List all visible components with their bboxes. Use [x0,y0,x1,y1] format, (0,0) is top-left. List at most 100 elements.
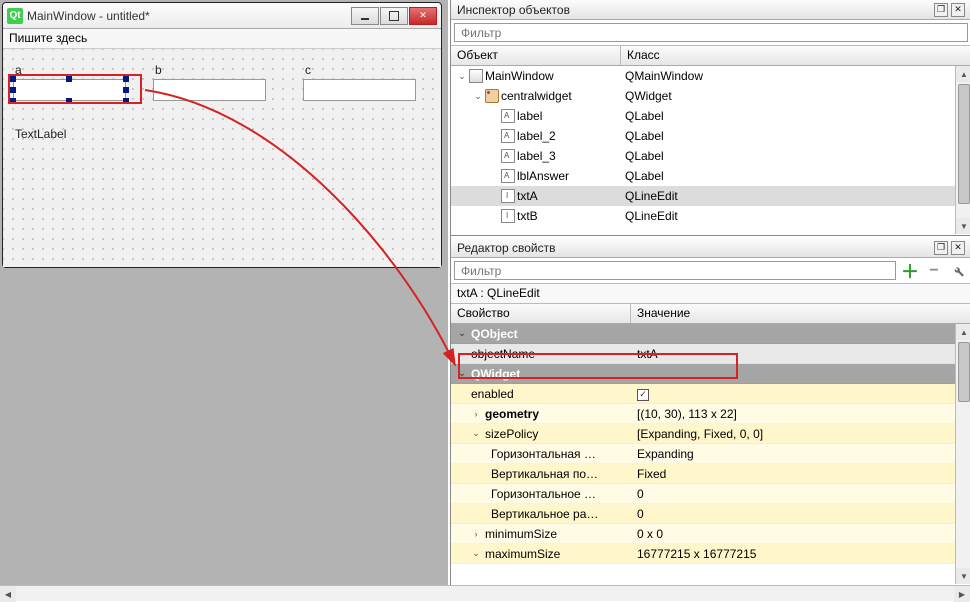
form-canvas[interactable]: a b c TextLabel [3,49,441,267]
designer-pane: Qt MainWindow - untitled* Пишите здесь a… [0,0,448,601]
scroll-up-icon[interactable]: ▲ [956,66,970,82]
scroll-up-icon[interactable]: ▲ [956,324,970,340]
group-qobject[interactable]: ⌄QObject [451,324,970,344]
scroll-thumb[interactable] [958,84,970,204]
scroll-thumb[interactable] [958,342,970,402]
window-icon [469,69,483,83]
chevron-down-icon[interactable]: ⌄ [471,428,481,439]
prop-body[interactable]: ⌄QObject objectName txtA ⌄QWidget enable… [451,324,970,584]
inspector-filter-row [451,20,970,46]
close-panel-button[interactable]: ✕ [951,241,965,255]
prop-filter-input[interactable] [454,261,896,280]
remove-property-button[interactable]: − [924,261,944,281]
txtb-lineedit[interactable] [153,79,266,101]
txtc-lineedit[interactable] [303,79,416,101]
label-icon [501,129,515,143]
resize-handle-s[interactable] [66,98,72,104]
close-button[interactable] [409,7,437,25]
row-sizepolicy[interactable]: ⌄sizePolicy [Expanding, Fixed, 0, 0] [451,424,970,444]
chevron-down-icon[interactable]: ⌄ [457,71,467,81]
row-horizstretch[interactable]: Горизонтальное … 0 [451,484,970,504]
scroll-left-icon[interactable]: ◀ [0,586,16,602]
inspector-filter-input[interactable] [454,23,968,42]
minimize-button[interactable] [351,7,379,25]
chevron-right-icon[interactable]: › [471,409,481,419]
right-dock: Инспектор объектов ❐ ✕ Объект Класс ⌄Mai… [450,0,970,601]
scroll-down-icon[interactable]: ▼ [956,568,970,584]
tree-row-label[interactable]: label QLabel [451,106,970,126]
row-enabled[interactable]: enabled ✓ [451,384,970,404]
col-object[interactable]: Объект [451,46,621,65]
tree-row-label2[interactable]: label_2 QLabel [451,126,970,146]
resize-handle-w[interactable] [10,87,16,93]
col-class[interactable]: Класс [621,46,970,65]
chevron-down-icon[interactable]: ⌄ [457,328,467,339]
prop-filter-row: ＋ − [451,258,970,284]
row-vertpolicy[interactable]: Вертикальная по… Fixed [451,464,970,484]
widget-icon [485,89,499,103]
maximize-button[interactable] [380,7,408,25]
label-b[interactable]: b [155,63,162,77]
inspector-scrollbar[interactable]: ▲ ▼ [955,66,970,234]
tree-row-lblanswer[interactable]: lblAnswer QLabel [451,166,970,186]
form-window: Qt MainWindow - untitled* Пишите здесь a… [2,2,442,268]
tree-row-label3[interactable]: label_3 QLabel [451,146,970,166]
undock-button[interactable]: ❐ [934,241,948,255]
inspector-title: Инспектор объектов [457,3,570,17]
property-editor-panel: Редактор свойств ❐ ✕ ＋ − txtA : QLineEdi… [451,238,970,601]
tree-row-txtb[interactable]: txtB QLineEdit [451,206,970,226]
row-horizpolicy[interactable]: Горизонтальная … Expanding [451,444,970,464]
menu-placeholder[interactable]: Пишите здесь [9,31,87,45]
chevron-down-icon[interactable]: ⌄ [457,368,467,379]
prop-title: Редактор свойств [457,241,555,255]
chevron-down-icon[interactable]: ⌄ [473,91,483,101]
col-property[interactable]: Свойство [451,304,631,323]
row-objectname[interactable]: objectName txtA [451,344,970,364]
prop-header[interactable]: Редактор свойств ❐ ✕ [451,238,970,258]
chevron-right-icon[interactable]: › [471,529,481,539]
lineedit-icon [501,209,515,223]
prop-columns: Свойство Значение [451,304,970,324]
object-inspector-panel: Инспектор объектов ❐ ✕ Объект Класс ⌄Mai… [451,0,970,236]
tree-row-centralwidget[interactable]: ⌄centralwidget QWidget [451,86,970,106]
horizontal-scrollbar[interactable]: ◀ ▶ [0,585,970,601]
label-a[interactable]: a [15,63,22,77]
current-object-line: txtA : QLineEdit [451,284,970,304]
resize-handle-ne[interactable] [123,76,129,82]
undock-button[interactable]: ❐ [934,3,948,17]
label-icon [501,109,515,123]
chevron-down-icon[interactable]: ⌄ [471,548,481,559]
scroll-down-icon[interactable]: ▼ [956,218,970,234]
tree-row-mainwindow[interactable]: ⌄MainWindow QMainWindow [451,66,970,86]
close-panel-button[interactable]: ✕ [951,3,965,17]
tree-row-txta[interactable]: txtA QLineEdit [451,186,970,206]
group-qwidget[interactable]: ⌄QWidget [451,364,970,384]
resize-handle-se[interactable] [123,98,129,104]
row-geometry[interactable]: ›geometry [(10, 30), 113 x 22] [451,404,970,424]
row-minimumsize[interactable]: ›minimumSize 0 x 0 [451,524,970,544]
row-vertstretch[interactable]: Вертикальное ра… 0 [451,504,970,524]
label-icon [501,149,515,163]
lineedit-icon [501,189,515,203]
inspector-header[interactable]: Инспектор объектов ❐ ✕ [451,0,970,20]
enabled-checkbox[interactable]: ✓ [637,389,649,401]
add-property-button[interactable]: ＋ [900,261,920,281]
resize-handle-n[interactable] [66,76,72,82]
qt-icon: Qt [7,8,23,24]
row-maximumsize[interactable]: ⌄maximumSize 16777215 x 16777215 [451,544,970,564]
lblanswer-label[interactable]: TextLabel [15,127,66,141]
resize-handle-sw[interactable] [10,98,16,104]
label-icon [501,169,515,183]
window-title: MainWindow - untitled* [27,9,351,23]
col-value[interactable]: Значение [631,304,970,323]
resize-handle-e[interactable] [123,87,129,93]
prop-scrollbar[interactable]: ▲ ▼ [955,324,970,584]
settings-button[interactable] [948,261,968,281]
wrench-icon [951,264,965,278]
label-c[interactable]: c [305,63,311,77]
window-titlebar[interactable]: Qt MainWindow - untitled* [3,3,441,29]
inspector-tree[interactable]: ⌄MainWindow QMainWindow ⌄centralwidget Q… [451,66,970,234]
scroll-right-icon[interactable]: ▶ [954,586,970,602]
menu-bar[interactable]: Пишите здесь [3,29,441,49]
resize-handle-nw[interactable] [10,76,16,82]
